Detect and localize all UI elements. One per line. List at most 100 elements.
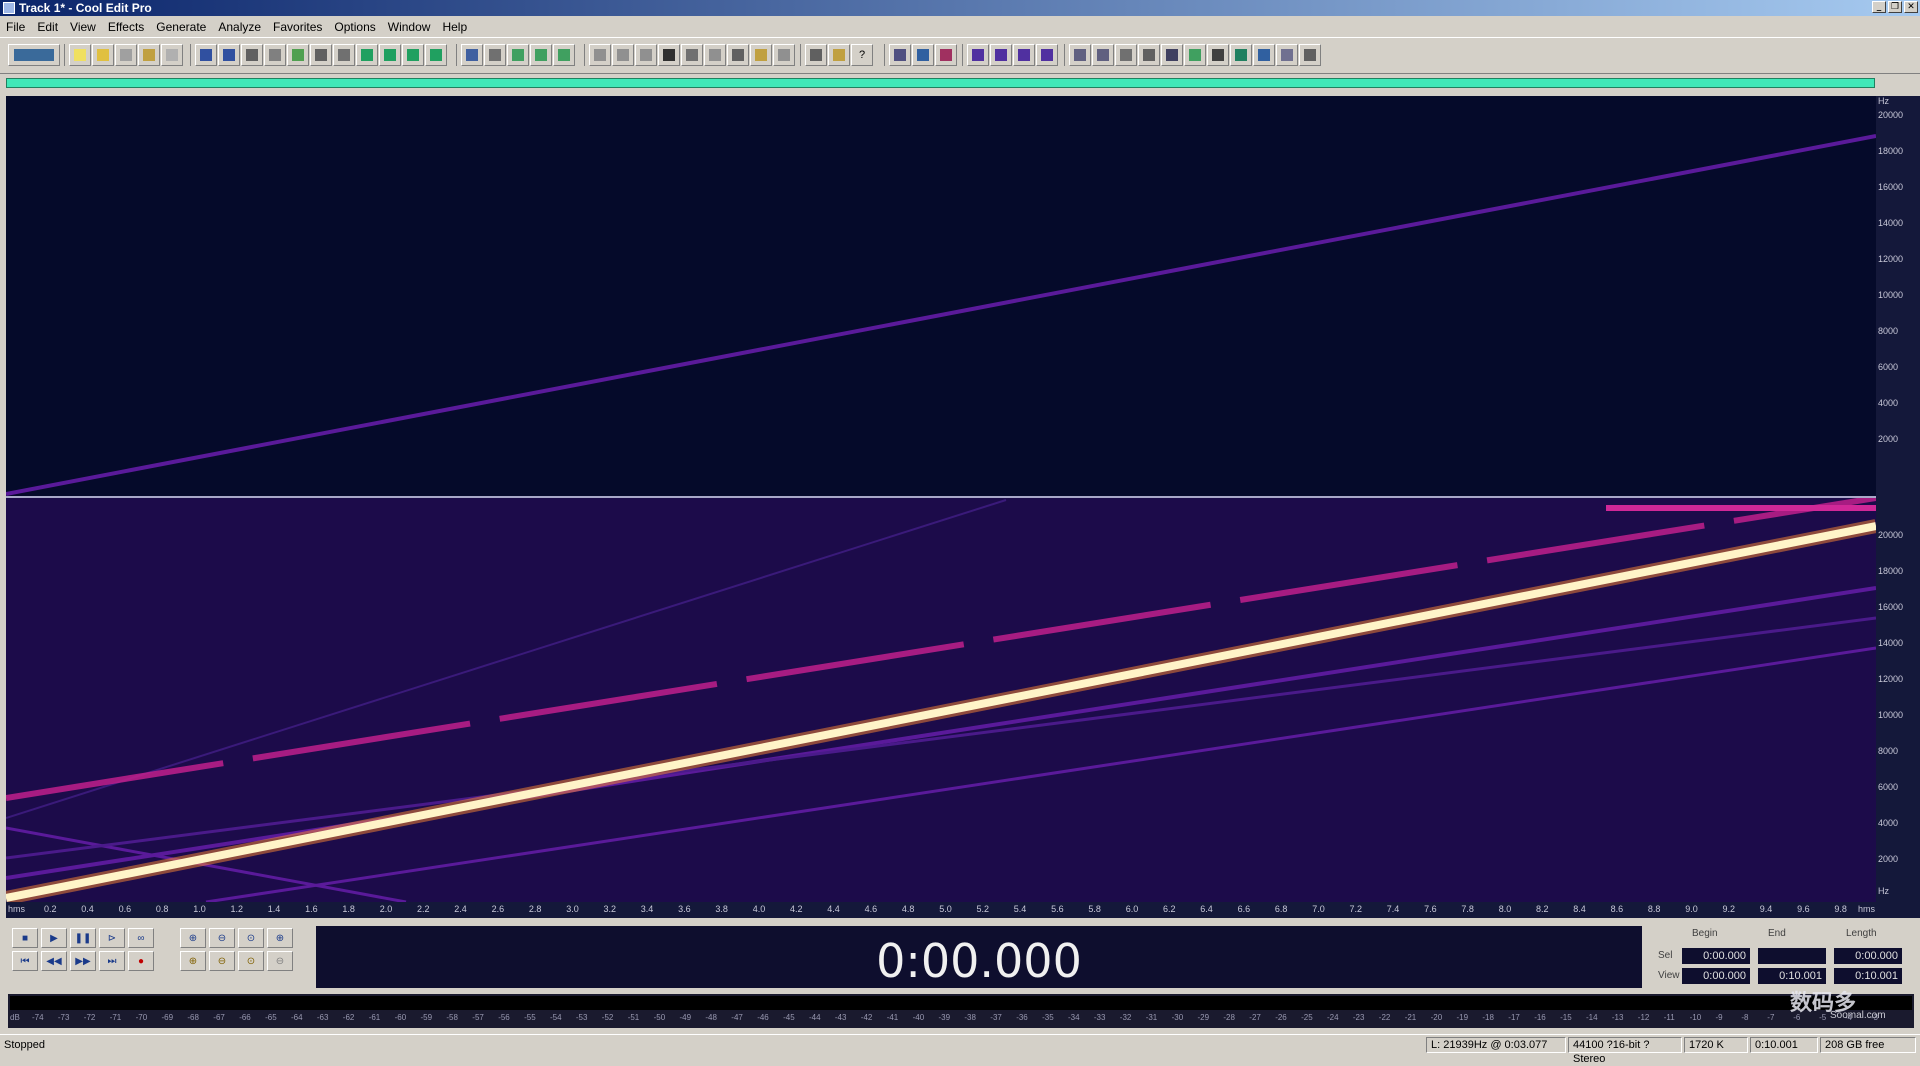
- level-meter-scale: dB -74 -73 -72 -71 -70 -69 -68 -67 -66 -65 -64 -63 -…: [8, 1012, 1914, 1026]
- echo-icon[interactable]: [1092, 44, 1114, 66]
- delay-icon[interactable]: [1230, 44, 1252, 66]
- rewind-icon[interactable]: ◀◀: [41, 951, 67, 971]
- zoom-right-icon[interactable]: ⊙: [238, 951, 264, 971]
- view-length-field[interactable]: 0:10.001: [1834, 968, 1902, 984]
- menu-view[interactable]: View: [64, 20, 102, 34]
- zoom-vertical-out-icon[interactable]: ⊖: [267, 951, 293, 971]
- stereo-icon[interactable]: [1276, 44, 1298, 66]
- marker-icon[interactable]: [635, 44, 657, 66]
- frequency-analysis-icon[interactable]: [912, 44, 934, 66]
- time-tick: 6.6: [1237, 904, 1251, 914]
- spectrum-analysis-icon[interactable]: [889, 44, 911, 66]
- bit-depth-icon[interactable]: [704, 44, 726, 66]
- fast-forward-icon[interactable]: ▶▶: [70, 951, 96, 971]
- view-begin-field[interactable]: 0:00.000: [1682, 968, 1750, 984]
- settings-icon[interactable]: [805, 44, 827, 66]
- palette-icon[interactable]: [750, 44, 772, 66]
- close-file-button[interactable]: [161, 44, 183, 66]
- fx-envelope-icon[interactable]: [990, 44, 1012, 66]
- time-ruler[interactable]: hms hms 0.2 0.4 0.6 0.8 1.0 1.2 1.4 1.6 1.8 2.0 2.…: [6, 902, 1920, 918]
- go-to-end-icon[interactable]: ⏭: [99, 951, 125, 971]
- play-to-end-icon[interactable]: ⊳: [99, 928, 125, 948]
- multitrack-toggle-button[interactable]: [8, 44, 60, 66]
- pan-view-icon[interactable]: [507, 44, 529, 66]
- new-file-button[interactable]: [69, 44, 91, 66]
- copy-icon[interactable]: [264, 44, 286, 66]
- time-tick: 6.2: [1163, 904, 1176, 914]
- fx-normalize-icon[interactable]: [1013, 44, 1035, 66]
- spectral-display[interactable]: [6, 96, 1876, 902]
- open-file-button[interactable]: [92, 44, 114, 66]
- eq-icon[interactable]: [1115, 44, 1137, 66]
- zoom-vertical-in-icon[interactable]: ⊕: [267, 928, 293, 948]
- save-as-button[interactable]: [138, 44, 160, 66]
- phase-view-icon[interactable]: [530, 44, 552, 66]
- noise-icon[interactable]: [1138, 44, 1160, 66]
- toolbar-group-options: [584, 44, 795, 66]
- menu-effects[interactable]: Effects: [102, 20, 150, 34]
- find-icon[interactable]: [935, 44, 957, 66]
- time-stretch-icon[interactable]: [1161, 44, 1183, 66]
- level-tick: -28: [1223, 1013, 1235, 1022]
- menu-window[interactable]: Window: [382, 20, 437, 34]
- help-icon[interactable]: ?: [851, 44, 873, 66]
- time-format-icon[interactable]: [589, 44, 611, 66]
- menu-file[interactable]: File: [0, 20, 31, 34]
- menu-favorites[interactable]: Favorites: [267, 20, 328, 34]
- fx-amplify-icon[interactable]: [967, 44, 989, 66]
- spectral-channel-right[interactable]: [6, 498, 1876, 902]
- zoom-full-icon[interactable]: ⊙: [238, 928, 264, 948]
- pitch-icon[interactable]: [1184, 44, 1206, 66]
- paste-icon[interactable]: [287, 44, 309, 66]
- menu-help[interactable]: Help: [436, 20, 473, 34]
- silence-icon[interactable]: [402, 44, 424, 66]
- menu-edit[interactable]: Edit: [31, 20, 64, 34]
- record-icon[interactable]: ●: [128, 951, 154, 971]
- menu-analyze[interactable]: Analyze: [212, 20, 267, 34]
- overview-bar[interactable]: [6, 78, 1875, 88]
- stop-icon[interactable]: ■: [12, 928, 38, 948]
- view-end-field[interactable]: 0:10.001: [1758, 968, 1826, 984]
- save-button[interactable]: [115, 44, 137, 66]
- zoom-selection-icon[interactable]: ⊕: [180, 951, 206, 971]
- zoom-left-icon[interactable]: ⊖: [209, 951, 235, 971]
- reverse-icon[interactable]: [379, 44, 401, 66]
- sel-length-field[interactable]: 0:00.000: [1834, 948, 1902, 964]
- convert-icon[interactable]: [356, 44, 378, 66]
- menu-generate[interactable]: Generate: [150, 20, 212, 34]
- grid-icon[interactable]: [727, 44, 749, 66]
- sel-end-field[interactable]: [1758, 948, 1826, 964]
- menu-options[interactable]: Options: [328, 20, 381, 34]
- analyze-view-icon[interactable]: [553, 44, 575, 66]
- brainwave-icon[interactable]: [1299, 44, 1321, 66]
- spectral-channel-left[interactable]: [6, 96, 1876, 496]
- go-to-start-icon[interactable]: ⏮: [12, 951, 38, 971]
- minimize-button[interactable]: _: [1872, 1, 1886, 13]
- zoom-out-icon[interactable]: ⊖: [209, 928, 235, 948]
- close-button[interactable]: ✕: [1904, 1, 1918, 13]
- cd-icon[interactable]: [425, 44, 447, 66]
- restore-button[interactable]: ❐: [1888, 1, 1902, 13]
- redo-icon[interactable]: [218, 44, 240, 66]
- play-list-icon[interactable]: [658, 44, 680, 66]
- level-tick: -25: [1301, 1013, 1313, 1022]
- reverb-icon[interactable]: [1253, 44, 1275, 66]
- sel-begin-field[interactable]: 0:00.000: [1682, 948, 1750, 964]
- fx-fade-icon[interactable]: [1036, 44, 1058, 66]
- play-icon[interactable]: ▶: [41, 928, 67, 948]
- layout-icon[interactable]: [773, 44, 795, 66]
- script-icon[interactable]: [828, 44, 850, 66]
- cue-list-icon[interactable]: [612, 44, 634, 66]
- trim-icon[interactable]: [310, 44, 332, 66]
- undo-icon[interactable]: [195, 44, 217, 66]
- spectral-view-icon[interactable]: [484, 44, 506, 66]
- zoom-in-icon[interactable]: ⊕: [180, 928, 206, 948]
- filter-icon[interactable]: [1207, 44, 1229, 66]
- loop-icon[interactable]: ∞: [128, 928, 154, 948]
- pause-icon[interactable]: ❚❚: [70, 928, 96, 948]
- bend-icon[interactable]: [1069, 44, 1091, 66]
- cut-icon[interactable]: [241, 44, 263, 66]
- waveform-view-icon[interactable]: [461, 44, 483, 66]
- zoom-view-icon[interactable]: [681, 44, 703, 66]
- mix-paste-icon[interactable]: [333, 44, 355, 66]
